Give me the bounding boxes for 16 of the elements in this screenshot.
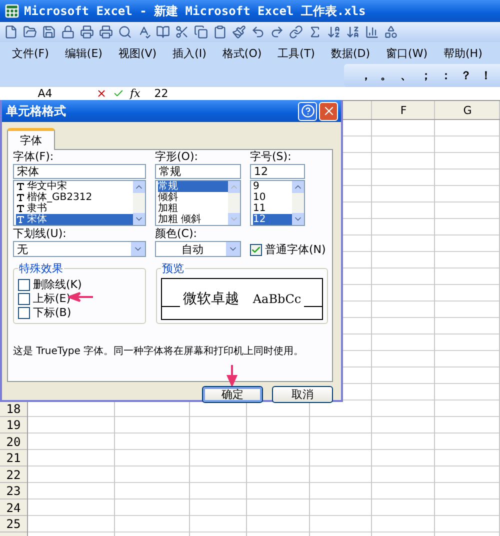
dialog-title: 单元格格式 [6, 102, 66, 120]
preview-text: AaBbCc [252, 292, 302, 306]
checkbox-label: 下标(B) [33, 305, 72, 320]
checkbox-label: 普通字体(N) [265, 242, 326, 257]
checkbox-label: 上标(E) [33, 291, 71, 306]
checkbox-label: 删除线(K) [33, 277, 82, 292]
field-label: 下划线(U): [13, 228, 68, 240]
group-title: 特殊效果 [18, 261, 64, 276]
window-title: Microsoft Excel - 新建 Microsoft Excel 工作表.xls [24, 2, 366, 20]
field-label: 颜色(C): [155, 228, 198, 240]
font-note: 这是 TrueType 字体。同一种字体将在屏幕和打印机上同时使用。 [13, 344, 305, 358]
field-label: 字体(F): [13, 151, 55, 163]
field-label: 字形(O): [155, 151, 199, 163]
preview-text: 微软卓越 [182, 290, 239, 308]
group-title: 预览 [161, 261, 185, 276]
field-label: 字号(S): [250, 151, 292, 163]
